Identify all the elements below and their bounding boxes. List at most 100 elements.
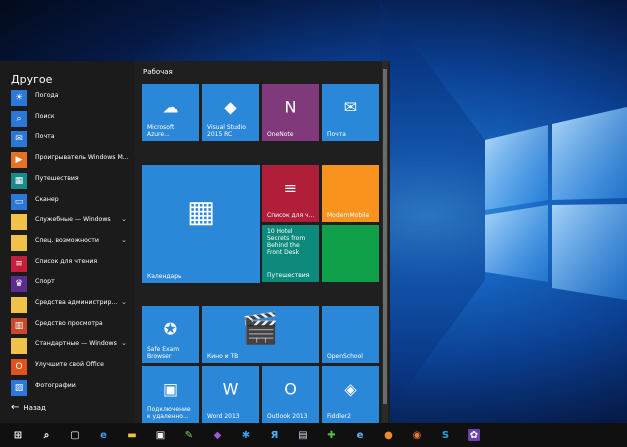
- trophy-icon: ♛: [11, 276, 27, 293]
- visual-studio-icon: ◆: [224, 97, 237, 117]
- search-icon: ⌕: [11, 110, 27, 127]
- visual-studio-icon-glyph: ◆: [211, 429, 224, 441]
- tile-label: Microsoft Azure...: [147, 124, 175, 138]
- notepad-icon-glyph: ✎: [183, 429, 195, 441]
- app-list-item[interactable]: ▥ Средство просмотра: [11, 317, 133, 337]
- app-list-item[interactable]: ▦ Путешествия: [11, 172, 133, 192]
- task-view-icon[interactable]: ▢: [61, 423, 89, 447]
- reader-icon: ▥: [11, 317, 27, 334]
- onenote-icon: N: [284, 97, 297, 117]
- xbox-app-icon[interactable]: ✱: [232, 423, 260, 447]
- back-button[interactable]: ← Назад: [11, 402, 46, 413]
- app-gear-icon-glyph: ✿: [468, 429, 480, 441]
- scrollbar-thumb[interactable]: [383, 69, 387, 404]
- tile[interactable]: ☁ Microsoft Azure...: [142, 84, 199, 141]
- weather-sun-icon: ☀: [11, 90, 27, 106]
- calendar-icon: ▦: [186, 194, 216, 230]
- app-list-item-label: Служебные — Windows: [35, 216, 111, 224]
- chevron-down-icon[interactable]: ⌄: [121, 236, 127, 244]
- tile-label: Почта: [327, 131, 346, 138]
- app-list-item[interactable]: Стандартные — Windows ⌄: [11, 338, 133, 357]
- tile-label: Visual Studio 2015 RC: [207, 124, 246, 138]
- app-list: Другое ☀ Погода ⌕ Поиск ✉ Почта ▶ Проигрыватель…: [0, 61, 134, 423]
- office-icon: O: [11, 359, 27, 376]
- network-icon-glyph: ▤: [297, 429, 309, 441]
- app-gear-icon[interactable]: ✿: [460, 423, 488, 447]
- file-explorer-icon[interactable]: ▬: [118, 423, 146, 447]
- back-label: Назад: [23, 404, 46, 412]
- firefox-icon[interactable]: ●: [375, 423, 403, 447]
- film-icon: 🎬: [241, 311, 280, 347]
- puzzle-icon[interactable]: ✚: [318, 423, 346, 447]
- app-list-item-label: Фотографии: [35, 381, 76, 389]
- network-icon[interactable]: ▤: [289, 423, 317, 447]
- start-button-windows-icon[interactable]: ⊞: [4, 423, 32, 447]
- tile[interactable]: ✉ Почта: [322, 84, 379, 141]
- scanner-icon: ▭: [11, 193, 27, 210]
- tile[interactable]: [322, 225, 379, 282]
- app-list-item[interactable]: ≡ Список для чтения: [11, 255, 133, 275]
- tile[interactable]: OpenSchool: [322, 306, 379, 363]
- edge-icon-glyph: e: [97, 429, 110, 441]
- app-list-item[interactable]: Средства администрир... ⌄: [11, 297, 133, 316]
- app-list-item-label: Погода: [35, 92, 59, 99]
- visual-studio-icon[interactable]: ◆: [204, 423, 232, 447]
- app-list-item[interactable]: ✉ Почта: [11, 131, 133, 150]
- photos-icon: ▨: [11, 379, 27, 396]
- app-list-item[interactable]: ▨ Фотографии: [11, 379, 133, 399]
- tile[interactable]: ✪ Safe Exam Browser: [142, 306, 199, 363]
- tile[interactable]: ▦ Календарь: [142, 165, 260, 283]
- app-list-item-label: Улучшите свой Office: [35, 361, 104, 369]
- start-menu: Другое ☀ Погода ⌕ Поиск ✉ Почта ▶ Проигрыватель…: [0, 61, 390, 423]
- store-icon[interactable]: ▣: [147, 423, 175, 447]
- app-list-item-label: Почта: [35, 133, 55, 141]
- app-list-item-label: Средство просмотра: [35, 319, 103, 327]
- app-list-item[interactable]: Служебные — Windows ⌄: [11, 214, 133, 233]
- chevron-down-icon[interactable]: ⌄: [121, 339, 127, 347]
- tile-label: Outlook 2013: [267, 413, 308, 420]
- media-icon[interactable]: ◉: [403, 423, 431, 447]
- tile[interactable]: W Word 2013: [202, 366, 259, 423]
- app-list-item-label: Спорт: [35, 278, 55, 286]
- app-list-item[interactable]: ▭ Сканер: [11, 193, 133, 213]
- tile-label: Подключение к удаленно...: [147, 406, 191, 420]
- word-icon: W: [222, 379, 239, 399]
- tile-label: Кино и ТВ: [207, 353, 239, 360]
- tile[interactable]: ▣ Подключение к удаленно...: [142, 366, 199, 423]
- chevron-down-icon[interactable]: ⌄: [121, 215, 127, 223]
- tile[interactable]: ◆ Visual Studio 2015 RC: [202, 84, 259, 141]
- tile-label: Календарь: [147, 273, 182, 280]
- folder-icon: [11, 297, 27, 313]
- tile[interactable]: 🎬 Кино и ТВ: [202, 306, 319, 363]
- app-list-item[interactable]: ☀ Погода: [11, 90, 133, 109]
- firefox-icon-glyph: ●: [382, 429, 395, 441]
- app-list-item[interactable]: ♛ Спорт: [11, 276, 133, 295]
- skype-icon[interactable]: S: [432, 423, 460, 447]
- app-list-item[interactable]: Спец. возможности ⌄: [11, 234, 133, 254]
- edge-icon[interactable]: e: [90, 423, 118, 447]
- skype-icon-glyph: S: [439, 429, 452, 441]
- tile[interactable]: ModernMobile: [322, 165, 379, 222]
- chevron-down-icon[interactable]: ⌄: [121, 298, 127, 306]
- tiles-panel: Рабочая ☁ Microsoft Azure... ◆ Visual Studi…: [134, 61, 382, 423]
- media-player-icon: ▶: [11, 152, 27, 169]
- reading-list-icon: ≡: [283, 178, 298, 198]
- app-list-item-label: Поиск: [35, 112, 55, 120]
- app-list-item[interactable]: ▶ Проигрыватель Windows M...: [11, 152, 133, 171]
- app-list-item[interactable]: ⌕ Поиск: [11, 110, 133, 130]
- taskbar: ⊞ ⌕ ▢ e ▬ ▣ ✎ ◆ ✱ Я ▤ ✚ e ● ◉ S ✿: [0, 423, 627, 447]
- start-button-windows-icon-glyph: ⊞: [12, 429, 24, 441]
- tile[interactable]: O Outlook 2013: [262, 366, 319, 423]
- tile[interactable]: ≡ Список для ч...: [262, 165, 319, 222]
- media-icon-glyph: ◉: [411, 429, 423, 441]
- resharper-icon[interactable]: Я: [261, 423, 289, 447]
- app-list-section-title: Другое: [11, 73, 53, 86]
- tile[interactable]: ◈ Fiddler2: [322, 366, 379, 423]
- internet-explorer-icon[interactable]: e: [346, 423, 374, 447]
- folder-icon: [11, 338, 27, 355]
- tile[interactable]: N OneNote: [262, 84, 319, 141]
- remote-desktop-icon: ▣: [162, 379, 179, 399]
- notepad-icon[interactable]: ✎: [175, 423, 203, 447]
- app-list-item[interactable]: O Улучшите свой Office: [11, 359, 133, 378]
- search-icon[interactable]: ⌕: [33, 423, 61, 447]
